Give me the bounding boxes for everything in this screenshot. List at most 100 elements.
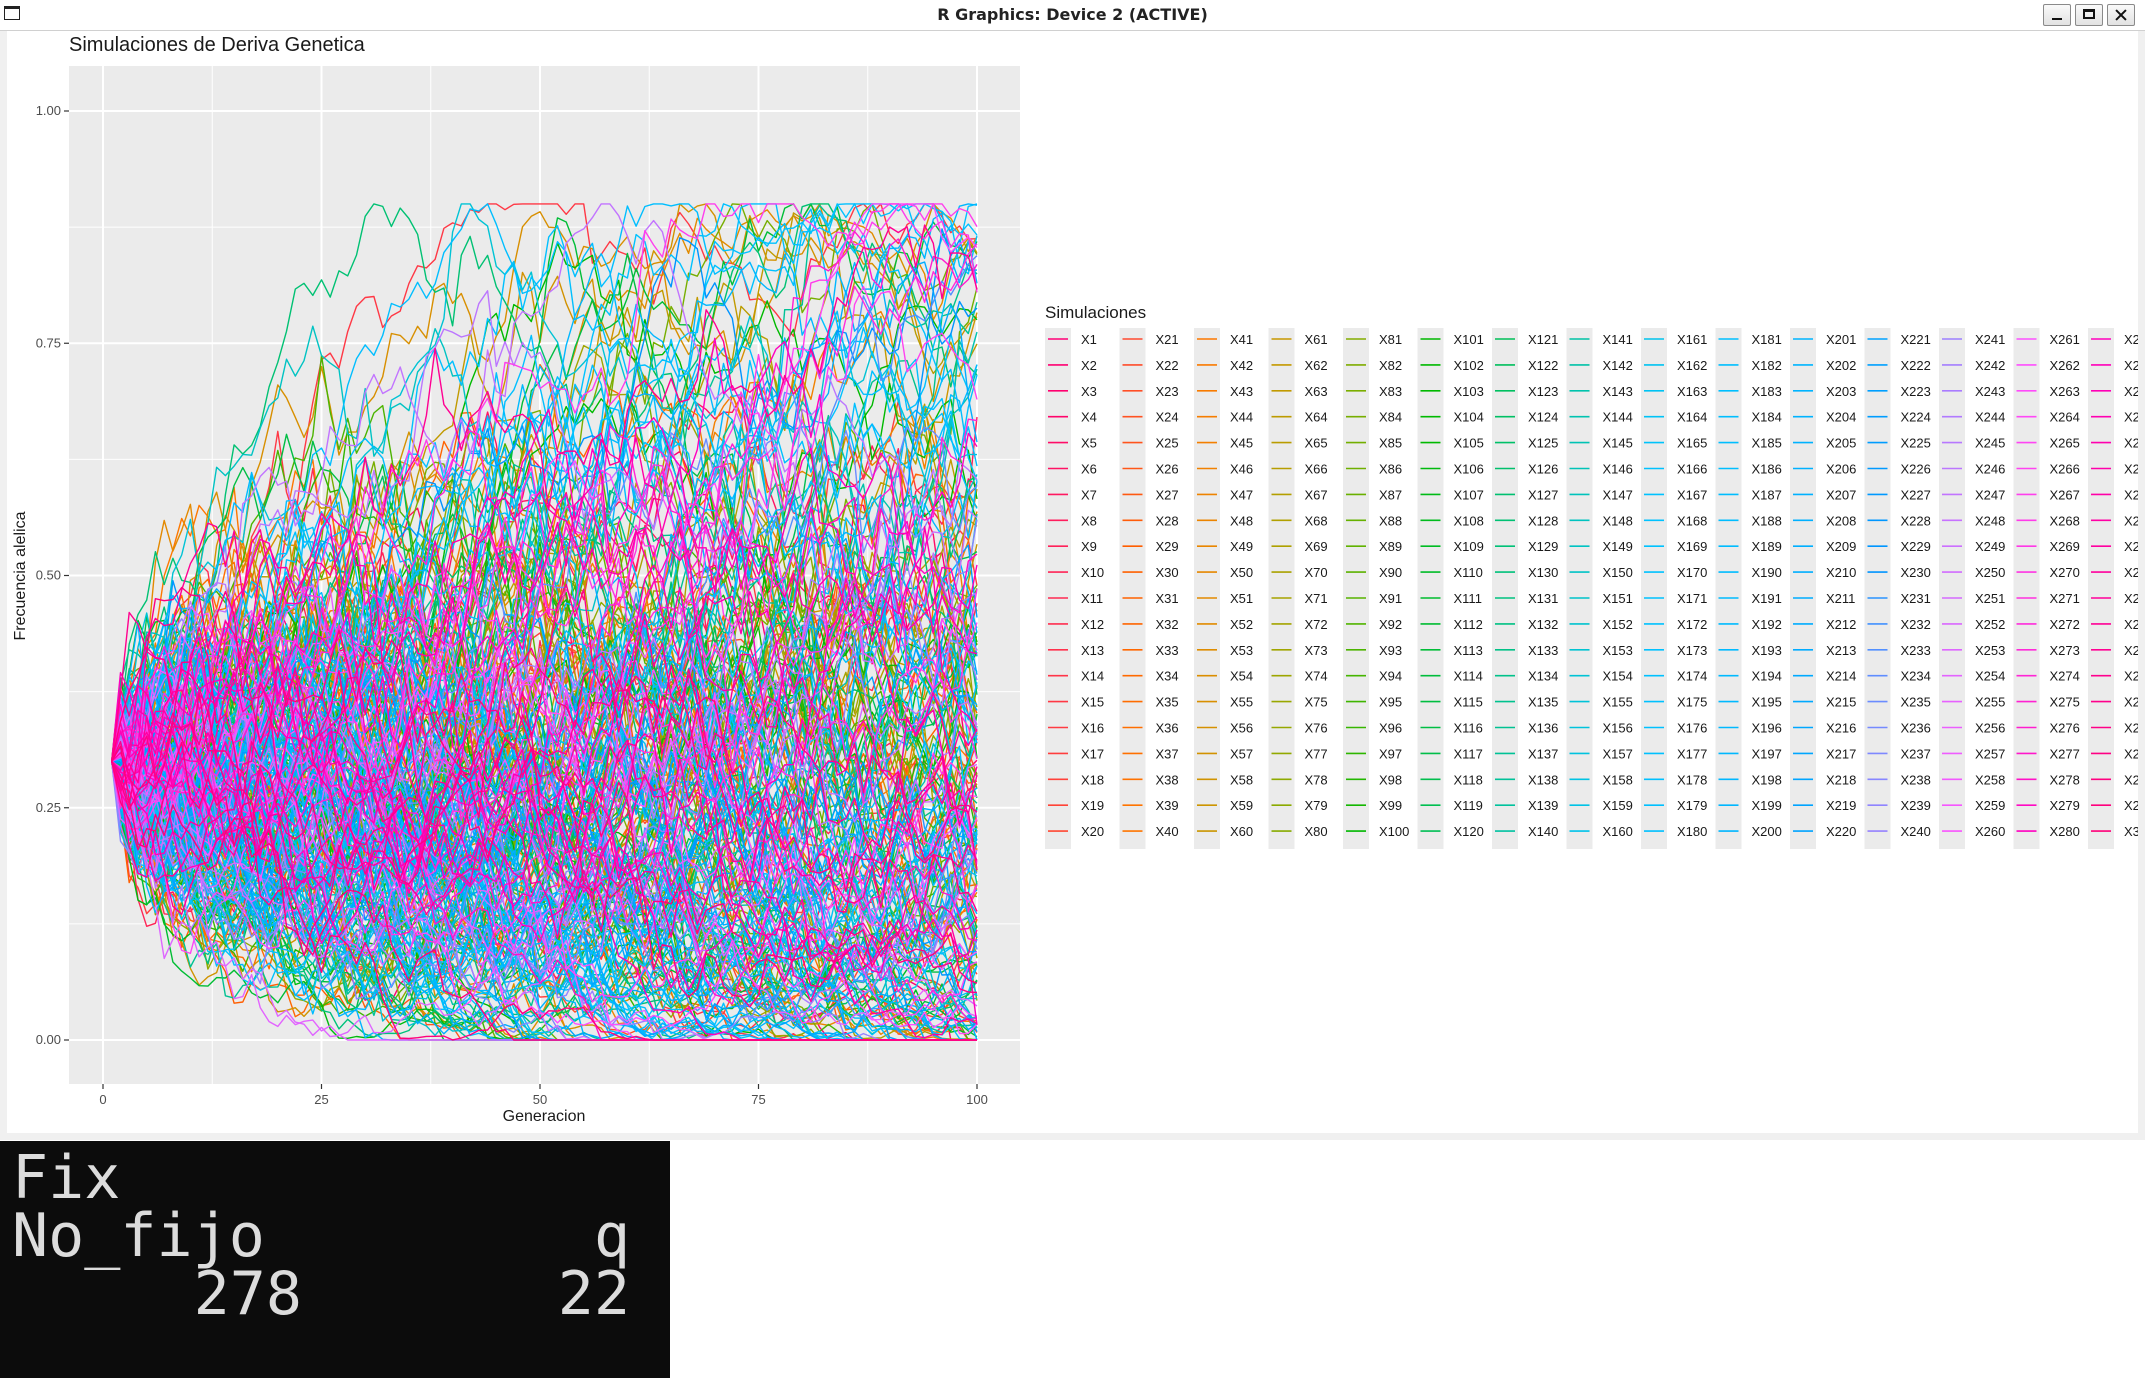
legend-label-X207: X207	[1826, 487, 1856, 502]
legend-label-X280: X280	[2050, 824, 2080, 839]
legend-label-X76: X76	[1305, 721, 1328, 736]
legend-label-X85: X85	[1379, 436, 1402, 451]
legend-label-X252: X252	[1975, 617, 2005, 632]
minimize-button[interactable]	[2043, 4, 2071, 26]
legend-label-X52: X52	[1230, 617, 1253, 632]
legend-label-X83: X83	[1379, 384, 1402, 399]
legend-label-X247: X247	[1975, 487, 2005, 502]
legend-label-X58: X58	[1230, 772, 1253, 787]
legend-label-X243: X243	[1975, 384, 2005, 399]
legend-key-background	[1939, 328, 1965, 849]
console-value-left: 278	[193, 1259, 302, 1329]
legend-label-X201: X201	[1826, 332, 1856, 347]
legend-label-X39: X39	[1156, 798, 1179, 813]
legend-label-X49: X49	[1230, 539, 1253, 554]
legend-label-X7: X7	[1081, 487, 1097, 502]
drift-plot: Simulaciones de Deriva Genetica 0 25 50 75 1…	[12, 34, 2138, 1125]
legend-label-X176: X176	[1677, 721, 1707, 736]
legend-label-X177: X177	[1677, 746, 1707, 761]
legend-label-X34: X34	[1156, 669, 1179, 684]
legend-label-X178: X178	[1677, 772, 1707, 787]
legend-label-X163: X163	[1677, 384, 1707, 399]
legend-label-X183: X183	[1752, 384, 1782, 399]
legend-label-X260: X260	[1975, 824, 2005, 839]
title-bar[interactable]: R Graphics: Device 2 (ACTIVE)	[0, 0, 2145, 31]
legend-label-X216: X216	[1826, 721, 1856, 736]
legend-label-X55: X55	[1230, 695, 1253, 710]
close-button[interactable]	[2107, 4, 2135, 26]
legend-label-X230: X230	[1901, 565, 1931, 580]
legend-label-X33: X33	[1156, 643, 1179, 658]
legend-label-X4: X4	[1081, 410, 1097, 425]
legend-label-X286: X286	[2124, 462, 2138, 477]
legend-label-X215: X215	[1826, 695, 1856, 710]
legend-label-X256: X256	[1975, 721, 2005, 736]
y-tick-label: 1.00	[36, 103, 61, 118]
maximize-button[interactable]	[2075, 4, 2103, 26]
legend-label-X149: X149	[1603, 539, 1633, 554]
legend-label-X196: X196	[1752, 721, 1782, 736]
legend-label-X2: X2	[1081, 358, 1097, 373]
legend-label-X257: X257	[1975, 746, 2005, 761]
legend-label-X186: X186	[1752, 462, 1782, 477]
legend-label-X82: X82	[1379, 358, 1402, 373]
legend-label-X264: X264	[2050, 410, 2080, 425]
legend-label-X179: X179	[1677, 798, 1707, 813]
legend-label-X26: X26	[1156, 462, 1179, 477]
legend-label-X197: X197	[1752, 746, 1782, 761]
legend-label-X173: X173	[1677, 643, 1707, 658]
legend-label-X158: X158	[1603, 772, 1633, 787]
legend-label-X95: X95	[1379, 695, 1402, 710]
legend-label-X209: X209	[1826, 539, 1856, 554]
legend-label-X53: X53	[1230, 643, 1253, 658]
legend-label-X249: X249	[1975, 539, 2005, 554]
legend-label-X118: X118	[1454, 772, 1483, 787]
legend-label-X285: X285	[2124, 436, 2138, 451]
legend-label-X195: X195	[1752, 695, 1782, 710]
legend-label-X218: X218	[1826, 772, 1856, 787]
legend-label-X276: X276	[2050, 721, 2080, 736]
legend-label-X35: X35	[1156, 695, 1179, 710]
legend-label-X278: X278	[2050, 772, 2080, 787]
legend-label-X235: X235	[1901, 695, 1931, 710]
legend-label-X20: X20	[1081, 824, 1104, 839]
legend-label-X103: X103	[1454, 384, 1484, 399]
legend-label-X14: X14	[1081, 669, 1104, 684]
r-console-output: Fix No_fijo q 278 22	[0, 1141, 670, 1378]
legend-label-X227: X227	[1901, 487, 1931, 502]
legend-key-background	[1566, 328, 1593, 849]
legend-label-X164: X164	[1677, 410, 1707, 425]
window-title: R Graphics: Device 2 (ACTIVE)	[937, 5, 1208, 24]
legend-label-X293: X293	[2124, 643, 2138, 658]
legend-label-X136: X136	[1528, 721, 1558, 736]
legend-label-X121: X121	[1528, 332, 1558, 347]
legend-label-X233: X233	[1901, 643, 1931, 658]
x-tick-label: 0	[99, 1092, 106, 1107]
legend-label-X32: X32	[1156, 617, 1179, 632]
legend-label-X94: X94	[1379, 669, 1402, 684]
legend-key-background	[2088, 328, 2114, 849]
legend-label-X12: X12	[1081, 617, 1104, 632]
legend-label-X275: X275	[2050, 695, 2080, 710]
legend-label-X159: X159	[1603, 798, 1633, 813]
legend-label-X5: X5	[1081, 436, 1097, 451]
legend-label-X298: X298	[2124, 772, 2138, 787]
legend-label-X51: X51	[1230, 591, 1253, 606]
legend-label-X91: X91	[1379, 591, 1402, 606]
legend-label-X60: X60	[1230, 824, 1253, 839]
legend-label-X46: X46	[1230, 462, 1253, 477]
legend-key-background	[1194, 328, 1220, 849]
legend-label-X61: X61	[1305, 332, 1328, 347]
legend-label-X300: X300	[2124, 824, 2138, 839]
legend-label-X205: X205	[1826, 436, 1856, 451]
legend-label-X143: X143	[1603, 384, 1633, 399]
legend-label-X16: X16	[1081, 721, 1104, 736]
legend-label-X10: X10	[1081, 565, 1104, 580]
legend-label-X57: X57	[1230, 746, 1253, 761]
legend-label-X142: X142	[1603, 358, 1633, 373]
legend-label-X50: X50	[1230, 565, 1253, 580]
legend-label-X122: X122	[1528, 358, 1558, 373]
legend-label-X1: X1	[1081, 332, 1097, 347]
graphics-canvas: Simulaciones de Deriva Genetica 0 25 50 75 1…	[7, 31, 2138, 1133]
legend-label-X93: X93	[1379, 643, 1402, 658]
